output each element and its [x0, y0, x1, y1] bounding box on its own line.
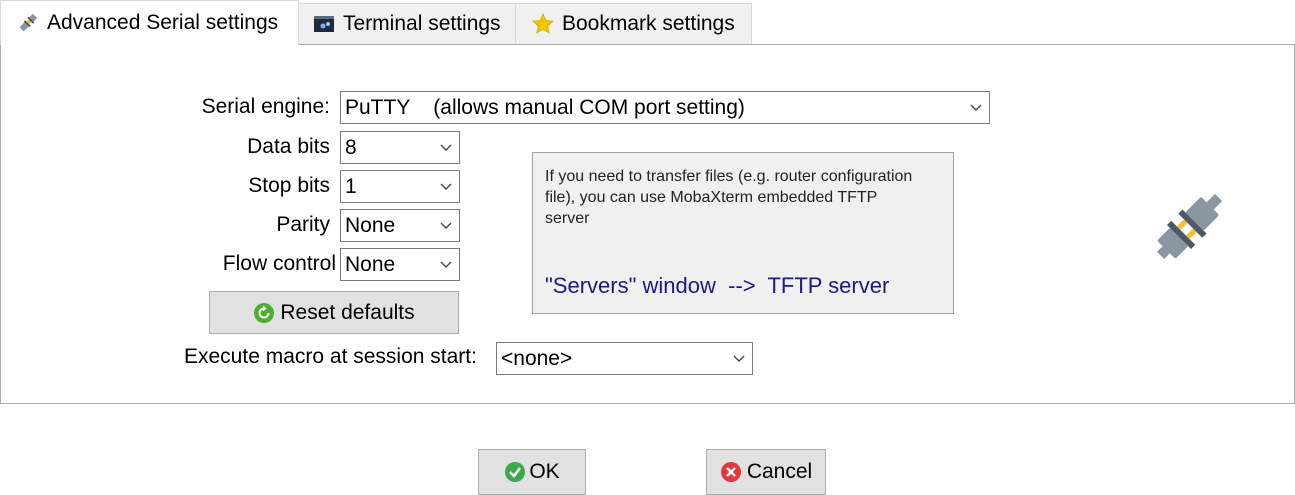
- data-bits-select[interactable]: 8: [340, 131, 460, 164]
- cancel-button[interactable]: Cancel: [706, 449, 826, 495]
- macro-select[interactable]: <none>: [496, 342, 753, 375]
- chevron-down-icon: [433, 171, 459, 202]
- stop-bits-select[interactable]: 1: [340, 170, 460, 203]
- panel-content: Serial engine: PuTTY (allows manual COM …: [0, 0, 1295, 495]
- tftp-info-box: If you need to transfer files (e.g. rout…: [532, 152, 954, 314]
- serial-plug-icon: [1148, 182, 1234, 268]
- parity-label: Parity: [276, 213, 330, 236]
- chevron-down-icon: [433, 210, 459, 241]
- macro-label: Execute macro at session start:: [184, 345, 477, 368]
- close-icon: [720, 461, 742, 483]
- servers-window-link[interactable]: "Servers" window --> TFTP server: [545, 273, 889, 299]
- data-bits-label: Data bits: [247, 135, 330, 158]
- parity-select[interactable]: None: [340, 209, 460, 242]
- reset-icon: [253, 302, 275, 324]
- chevron-down-icon: [433, 132, 459, 163]
- flow-control-select[interactable]: None: [340, 248, 460, 281]
- chevron-down-icon: [433, 249, 459, 280]
- chevron-down-icon: [963, 92, 989, 123]
- checkmark-icon: [504, 461, 526, 483]
- serial-engine-select[interactable]: PuTTY (allows manual COM port setting): [340, 91, 990, 124]
- tftp-info-text: If you need to transfer files (e.g. rout…: [545, 168, 913, 227]
- stop-bits-label: Stop bits: [248, 174, 330, 197]
- chevron-down-icon: [726, 343, 752, 374]
- ok-button[interactable]: OK: [478, 449, 586, 495]
- reset-defaults-button[interactable]: Reset defaults: [209, 291, 459, 334]
- serial-engine-label: Serial engine:: [201, 95, 330, 118]
- flow-control-label: Flow control: [222, 252, 336, 275]
